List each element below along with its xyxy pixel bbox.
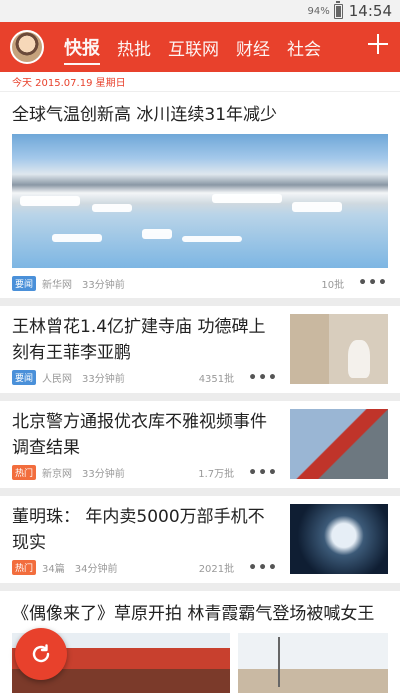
plus-icon[interactable] <box>368 34 388 54</box>
comment-count: 1.7万批 <box>198 469 235 481</box>
list-item[interactable]: 王林曾花1.4亿扩建寺庙 功德碑上刻有王菲李亚鹏 要闻 人民网 33分钟前 43… <box>0 306 400 401</box>
tab-kuaibao[interactable]: 快报 <box>64 22 100 72</box>
battery-percent: 94% <box>307 5 330 17</box>
item-meta: 热门 34篇 34分钟前 2021批 ••• <box>12 553 278 583</box>
image-row <box>12 633 388 693</box>
channel-tabs: 快报 热批 互联网 财经 社会 <box>64 22 338 72</box>
refresh-icon <box>32 644 50 663</box>
item-title[interactable]: 《偶像来了》草原开拍 林青霞霸气登场被喊女王 <box>12 601 388 627</box>
more-dots-icon[interactable]: ••• <box>358 275 388 291</box>
source-label: 人民网 <box>42 374 73 386</box>
tag-badge: 热门 <box>12 560 37 576</box>
feature-image[interactable] <box>12 134 388 268</box>
time-label: 34分钟前 <box>74 564 118 576</box>
status-bar: 94% 14:54 <box>0 0 400 22</box>
item-title[interactable]: 董明珠： 年内卖5000万部手机不现实 <box>12 504 278 553</box>
tab-finance[interactable]: 财经 <box>236 22 270 72</box>
more-dots-icon[interactable]: ••• <box>248 465 278 481</box>
feature-title[interactable]: 全球气温创新高 冰川连续31年减少 <box>12 102 388 128</box>
tab-society[interactable]: 社会 <box>287 22 321 72</box>
source-label: 新华网 <box>42 279 73 291</box>
top-nav: 快报 热批 互联网 财经 社会 <box>0 22 400 72</box>
item-thumbnail[interactable] <box>290 504 388 574</box>
tab-internet[interactable]: 互联网 <box>168 22 219 72</box>
date-label: 今天 2015.07.19 星期日 <box>0 72 400 92</box>
more-dots-icon[interactable]: ••• <box>248 560 278 576</box>
source-label: 34篇 <box>42 564 65 576</box>
item-thumbnail[interactable] <box>290 409 388 479</box>
comment-count: 4351批 <box>198 374 235 386</box>
feature-meta: 要闻 新华网 33分钟前 10批 ••• <box>12 268 388 298</box>
list-item[interactable]: 董明珠： 年内卖5000万部手机不现实 热门 34篇 34分钟前 2021批 •… <box>0 496 400 591</box>
source-label: 新京网 <box>42 469 73 481</box>
time-label: 33分钟前 <box>82 469 125 481</box>
item-meta: 热门 新京网 33分钟前 1.7万批 ••• <box>12 458 278 488</box>
time-label: 33分钟前 <box>82 374 125 386</box>
item-meta: 要闻 人民网 33分钟前 4351批 ••• <box>12 363 278 393</box>
comment-count: 2021批 <box>198 564 235 576</box>
item-title[interactable]: 王林曾花1.4亿扩建寺庙 功德碑上刻有王菲李亚鹏 <box>12 314 278 363</box>
item-thumbnail[interactable] <box>290 314 388 384</box>
comment-count: 10批 <box>321 279 345 291</box>
tab-repi[interactable]: 热批 <box>117 22 151 72</box>
time-label: 33分钟前 <box>82 279 125 291</box>
tag-badge: 要闻 <box>12 370 37 386</box>
clock: 14:54 <box>348 2 392 20</box>
tag-badge: 要闻 <box>12 275 37 291</box>
avatar[interactable] <box>10 30 44 64</box>
item-title[interactable]: 北京警方通报优衣库不雅视频事件调查结果 <box>12 409 278 458</box>
item-thumbnail[interactable] <box>238 633 388 693</box>
list-item[interactable]: 北京警方通报优衣库不雅视频事件调查结果 热门 新京网 33分钟前 1.7万批 •… <box>0 401 400 496</box>
battery-icon <box>333 0 343 19</box>
tag-badge: 热门 <box>12 465 37 481</box>
refresh-button[interactable] <box>15 628 67 680</box>
more-dots-icon[interactable]: ••• <box>248 370 278 386</box>
feature-card[interactable]: 全球气温创新高 冰川连续31年减少 要闻 新华网 33分钟前 10批 ••• <box>0 92 400 306</box>
